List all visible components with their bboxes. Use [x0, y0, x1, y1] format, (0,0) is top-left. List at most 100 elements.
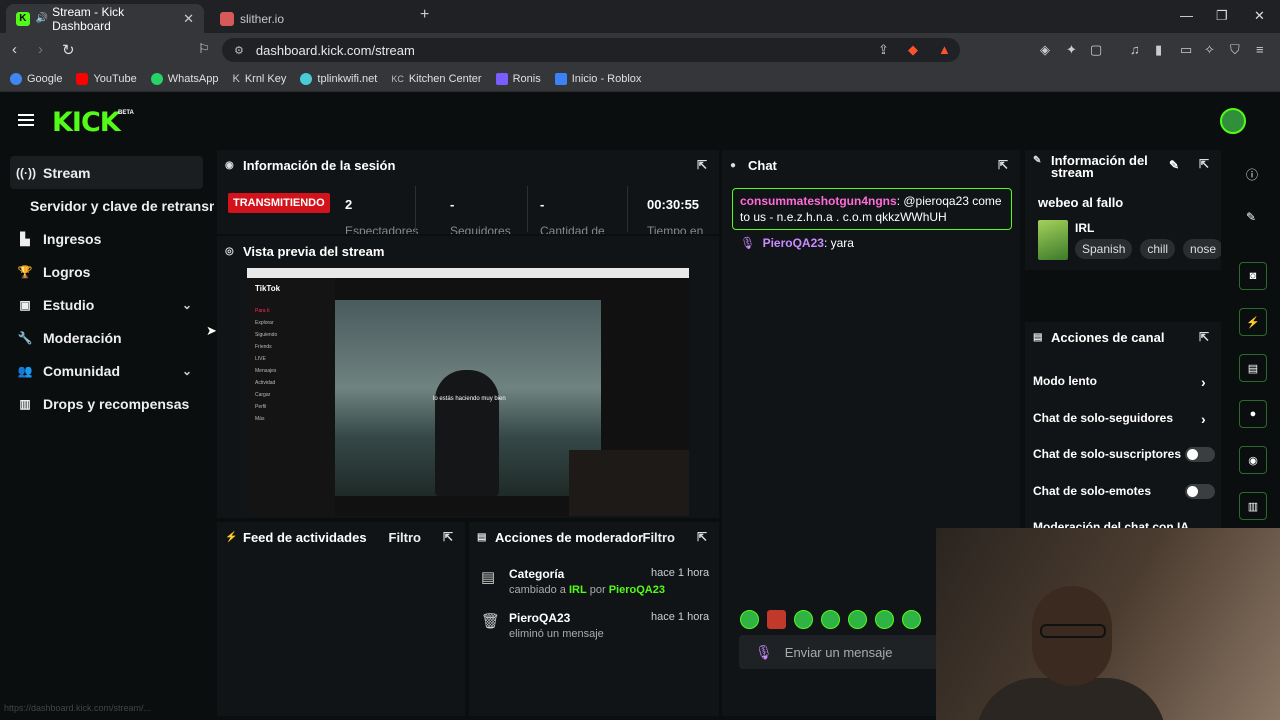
- emote-icon[interactable]: [794, 610, 813, 629]
- filter-button[interactable]: Filtro: [643, 530, 676, 545]
- preview-toggle-icon[interactable]: ◙: [1239, 262, 1267, 290]
- youtube-icon: [76, 73, 89, 85]
- filter-button[interactable]: Filtro: [389, 530, 422, 545]
- stat-followers-label: Seguidores: [450, 224, 511, 234]
- bookmark-youtube[interactable]: YouTube: [76, 73, 137, 85]
- info-icon[interactable]: ⓘ: [1246, 166, 1258, 183]
- subscribers-only-toggle[interactable]: [1185, 447, 1215, 462]
- wrench-icon: 🔧: [17, 330, 33, 345]
- tag[interactable]: Spanish: [1075, 239, 1133, 259]
- status-url: https://dashboard.kick.com/stream/...: [4, 703, 152, 713]
- wallet-icon[interactable]: ▭: [1180, 42, 1192, 58]
- emote-icon[interactable]: [821, 610, 840, 629]
- bookmark-whatsapp[interactable]: WhatsApp: [150, 73, 218, 85]
- reload-icon[interactable]: ↻: [62, 41, 75, 59]
- stream-info-header: ✎ Información del stream ✎ ⇱: [1033, 153, 1209, 180]
- sidebar-item-drops[interactable]: ▥ Drops y recompensas: [0, 387, 215, 420]
- url-field[interactable]: ⚙ dashboard.kick.com/stream: [222, 38, 960, 62]
- category-name[interactable]: IRL: [1075, 221, 1094, 235]
- kc-icon: KC: [391, 74, 404, 84]
- sidebar-icon[interactable]: ▮: [1155, 42, 1162, 58]
- bookmark-google[interactable]: Google: [10, 73, 62, 85]
- site-info-icon[interactable]: ⚙: [234, 44, 244, 57]
- chevron-right-icon: ›: [1201, 374, 1206, 390]
- broadcast-icon[interactable]: ◉: [1239, 446, 1267, 474]
- brave-shield-icon[interactable]: ◆: [908, 42, 918, 58]
- tab-slither[interactable]: slither.io: [210, 4, 410, 33]
- forward-icon[interactable]: ›: [38, 41, 43, 58]
- bookmark-tplink[interactable]: tplinkwifi.net: [300, 73, 377, 85]
- tag[interactable]: chill: [1140, 239, 1176, 259]
- pencil-icon[interactable]: ✎: [1246, 210, 1256, 224]
- mod-actions-panel: ▤ Acciones de moderador Filtro ⇱ ▤ Categ…: [469, 522, 719, 716]
- bookmark-icon[interactable]: ⚐: [198, 41, 210, 57]
- bookmark-krnl[interactable]: K Krnl Key: [232, 73, 286, 85]
- popout-icon[interactable]: ⇱: [998, 158, 1008, 172]
- screenshot-icon[interactable]: ▢: [1090, 42, 1102, 58]
- back-icon[interactable]: ‹: [12, 41, 17, 58]
- bookmark-roblox[interactable]: Inicio - Roblox: [554, 73, 641, 85]
- followers-only-item[interactable]: Chat de solo-seguidores ›: [1033, 411, 1206, 427]
- puzzle-icon[interactable]: ✦: [1066, 42, 1077, 58]
- channel-icon: ▤: [1033, 331, 1043, 343]
- preview-header: ◎ Vista previa del stream: [225, 243, 385, 259]
- emote-icon[interactable]: [875, 610, 894, 629]
- stat-uptime: 00:30:55: [647, 197, 700, 212]
- subscribers-only-item: Chat de solo-suscriptores: [1033, 447, 1182, 461]
- channel-icon[interactable]: ▥: [1239, 492, 1267, 520]
- chat-input[interactable]: 🎙 Enviar un mensaje: [739, 635, 959, 669]
- bookmark-ronis[interactable]: Ronis: [495, 73, 541, 85]
- lightning-icon[interactable]: ⚡: [1239, 308, 1267, 336]
- document-icon[interactable]: ▤: [1239, 354, 1267, 382]
- edit-icon[interactable]: ✎: [1169, 159, 1179, 171]
- minimize-icon[interactable]: —: [1180, 8, 1193, 23]
- roblox-icon: [554, 73, 567, 85]
- emote-icon[interactable]: [902, 610, 921, 629]
- sidebar-item-ingresos[interactable]: ▙ Ingresos: [0, 222, 215, 255]
- leo-icon[interactable]: ✧: [1204, 42, 1215, 58]
- avatar[interactable]: [1220, 108, 1246, 134]
- brave-rewards-icon[interactable]: ▲: [938, 42, 951, 57]
- emote-icon[interactable]: [767, 610, 786, 629]
- new-tab-icon[interactable]: +: [420, 6, 429, 24]
- kick-logo[interactable]: KICK: [52, 107, 121, 138]
- close-window-icon[interactable]: ✕: [1254, 8, 1265, 24]
- popout-icon[interactable]: ⇱: [697, 530, 707, 544]
- sidebar-item-comunidad[interactable]: 👥 Comunidad ⌄: [0, 354, 215, 387]
- sidebar-item-server-key[interactable]: Servidor y clave de retransmisión: [0, 189, 215, 222]
- tag[interactable]: nose: [1183, 239, 1221, 259]
- gift-icon: ▥: [19, 396, 31, 411]
- sidebar-item-moderacion[interactable]: 🔧 Moderación: [0, 321, 215, 354]
- activity-feed-panel: ⚡ Feed de actividades Filtro ⇱: [217, 522, 465, 716]
- media-icon[interactable]: ♫: [1130, 42, 1140, 57]
- share-icon[interactable]: ⇪: [878, 42, 889, 58]
- emotes-only-toggle[interactable]: [1185, 484, 1215, 499]
- sidebar-item-logros[interactable]: 🏆 Logros: [0, 255, 215, 288]
- close-tab-icon[interactable]: ✕: [183, 11, 194, 27]
- chat-message[interactable]: 🎙 PieroQA23: yara: [740, 236, 854, 250]
- bookmark-kitchen[interactable]: KC Kitchen Center: [391, 73, 481, 85]
- ronis-icon: [495, 73, 508, 85]
- vpn-icon[interactable]: ⛉: [1230, 42, 1240, 58]
- popout-icon[interactable]: ⇱: [1199, 158, 1209, 170]
- chat-bubble-icon[interactable]: ●: [1239, 400, 1267, 428]
- tab-title: Stream - Kick Dashboard: [52, 4, 125, 33]
- tab-kick-dashboard[interactable]: K 🔊 Stream - Kick Dashboard ✕: [6, 4, 204, 33]
- sidebar-item-stream[interactable]: ((·)) Stream: [10, 156, 203, 189]
- stream-preview-video[interactable]: TikTok Para ti Explorar Siguiendo Friend…: [247, 268, 689, 516]
- extension-icon[interactable]: ◈: [1040, 42, 1050, 58]
- emote-icon[interactable]: [848, 610, 867, 629]
- slow-mode-item[interactable]: Modo lento ›: [1033, 374, 1206, 390]
- popout-icon[interactable]: ⇱: [443, 530, 453, 544]
- tab-title: slither.io: [240, 11, 285, 26]
- chat-message-highlighted[interactable]: consummateshotgun4ngns: @pieroqa23 come …: [732, 188, 1012, 230]
- sidebar-item-estudio[interactable]: ▣ Estudio ⌄: [0, 288, 215, 321]
- menu-icon[interactable]: ≡: [1256, 42, 1264, 57]
- chevron-down-icon[interactable]: ⌄: [182, 298, 192, 312]
- popout-icon[interactable]: ⇱: [1199, 330, 1209, 344]
- emote-icon[interactable]: [740, 610, 759, 629]
- hamburger-menu-icon[interactable]: [18, 114, 34, 126]
- popout-icon[interactable]: ⇱: [697, 158, 707, 172]
- maximize-icon[interactable]: ❐: [1216, 8, 1228, 24]
- chevron-down-icon[interactable]: ⌄: [182, 364, 192, 378]
